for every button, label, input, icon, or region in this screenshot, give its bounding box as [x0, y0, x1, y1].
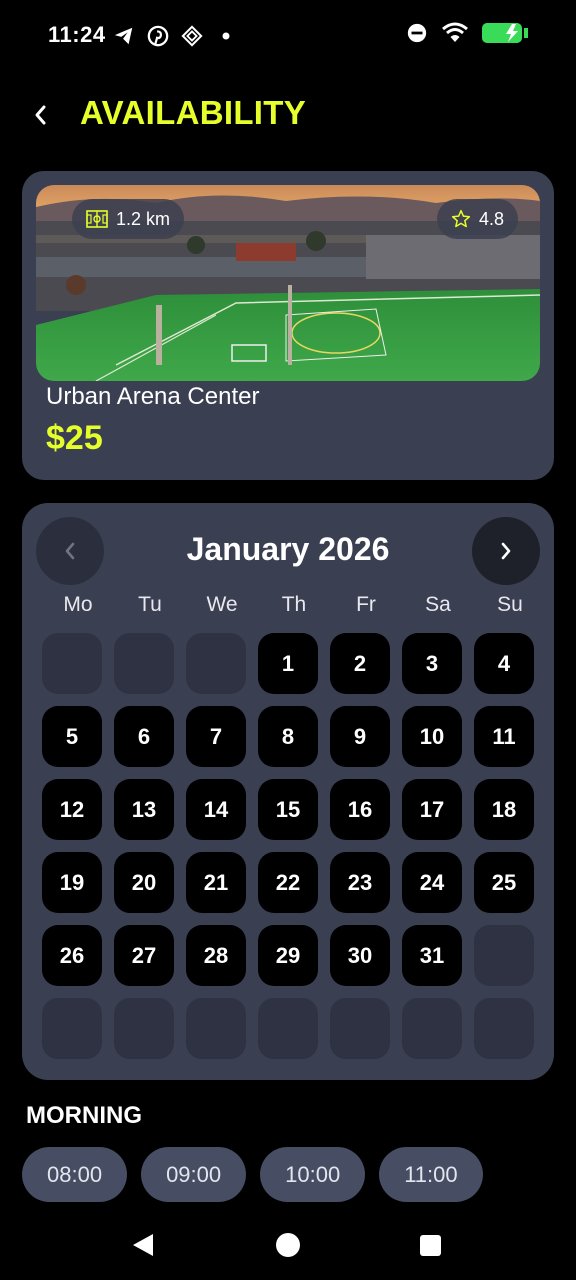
calendar-day-empty: [114, 633, 174, 694]
calendar-day[interactable]: 5: [42, 706, 102, 767]
page-title: AVAILABILITY: [80, 94, 307, 131]
calendar-day[interactable]: 8: [258, 706, 318, 767]
calendar-day[interactable]: 9: [330, 706, 390, 767]
chevron-right-icon: [501, 542, 511, 560]
calendar-day[interactable]: 7: [186, 706, 246, 767]
calendar-day-empty: [474, 925, 534, 986]
calendar-day-empty: [114, 998, 174, 1059]
calendar-day[interactable]: 22: [258, 852, 318, 913]
calendar-day[interactable]: 17: [402, 779, 462, 840]
calendar-day[interactable]: 25: [474, 852, 534, 913]
calendar-day[interactable]: 2: [330, 633, 390, 694]
time-slot[interactable]: 10:00: [260, 1147, 366, 1202]
calendar-day[interactable]: 24: [402, 852, 462, 913]
pinterest-icon: [146, 24, 170, 48]
distance-chip: 1.2 km: [72, 199, 185, 239]
dot-icon: [214, 24, 238, 48]
weekday-label: Fr: [356, 593, 376, 616]
system-recents-icon[interactable]: [420, 1235, 441, 1256]
calendar-day-empty: [186, 998, 246, 1059]
calendar-day[interactable]: 12: [42, 779, 102, 840]
weekday-label: Th: [281, 593, 307, 616]
wifi-icon: [442, 22, 468, 49]
calendar-day[interactable]: 27: [114, 925, 174, 986]
calendar-day[interactable]: 15: [258, 779, 318, 840]
time-slot[interactable]: 08:00: [22, 1147, 128, 1202]
back-button[interactable]: [26, 98, 56, 132]
calendar-day[interactable]: 11: [474, 706, 534, 767]
morning-slots: 08:00 09:00 10:00 11:00: [22, 1147, 483, 1202]
calendar-day[interactable]: 20: [114, 852, 174, 913]
system-icons: [406, 22, 532, 49]
venue-price: $25: [46, 419, 103, 457]
notification-icons: [112, 24, 238, 48]
weekday-label: Mo: [63, 593, 93, 616]
time-slot[interactable]: 11:00: [379, 1147, 483, 1202]
system-back-icon[interactable]: [131, 1232, 155, 1258]
telegram-icon: [112, 24, 136, 48]
calendar-day[interactable]: 18: [474, 779, 534, 840]
venue-name: Urban Arena Center: [46, 383, 260, 410]
weekday-label: Sa: [425, 593, 451, 616]
calendar-day[interactable]: 1: [258, 633, 318, 694]
calendar-day-empty: [474, 998, 534, 1059]
calendar-day[interactable]: 6: [114, 706, 174, 767]
calendar-day[interactable]: 31: [402, 925, 462, 986]
calendar-day-empty: [42, 998, 102, 1059]
calendar-day[interactable]: 3: [402, 633, 462, 694]
app-icon: [180, 24, 204, 48]
star-icon: [451, 209, 471, 228]
rating-label: 4.8: [478, 208, 504, 229]
system-nav-bar: [0, 1210, 576, 1280]
venue-card[interactable]: 1.2 km 4.8 Urban Arena Center $25: [22, 171, 554, 480]
weekday-label: We: [206, 593, 238, 616]
calendar-day[interactable]: 21: [186, 852, 246, 913]
days-grid: 1 2 3 4 5 6 7 8 9 10 11 12 13 14 15 16 17 18 19 20 21 22 23 24 2…: [42, 633, 534, 1059]
system-home-icon[interactable]: [276, 1233, 300, 1257]
calendar-day[interactable]: 23: [330, 852, 390, 913]
field-icon: [86, 210, 108, 228]
time-slot[interactable]: 09:00: [141, 1147, 247, 1202]
calendar-day[interactable]: 13: [114, 779, 174, 840]
calendar-day[interactable]: 4: [474, 633, 534, 694]
calendar-day[interactable]: 10: [402, 706, 462, 767]
morning-section-title: MORNING: [26, 1102, 142, 1129]
chevron-left-icon: [35, 105, 46, 125]
calendar-day[interactable]: 26: [42, 925, 102, 986]
calendar-day[interactable]: 19: [42, 852, 102, 913]
calendar-day[interactable]: 30: [330, 925, 390, 986]
calendar-day-empty: [258, 998, 318, 1059]
status-time: 11:24: [48, 22, 106, 47]
page-header: AVAILABILITY: [0, 90, 576, 140]
calendar-day[interactable]: 29: [258, 925, 318, 986]
calendar-day-empty: [330, 998, 390, 1059]
distance-label: 1.2 km: [116, 208, 171, 229]
weekday-label: Tu: [138, 593, 162, 616]
calendar-day[interactable]: 16: [330, 779, 390, 840]
weekday-header: Mo Tu We Th Fr Sa Su: [42, 593, 534, 617]
battery-charging-icon: [482, 22, 532, 49]
next-month-button[interactable]: [472, 517, 540, 585]
weekday-label: Su: [497, 593, 523, 616]
calendar-day[interactable]: 28: [186, 925, 246, 986]
dnd-icon: [406, 22, 428, 49]
status-bar: 11:24: [0, 0, 576, 72]
calendar-day-empty: [186, 633, 246, 694]
calendar-day-empty: [402, 998, 462, 1059]
rating-chip: 4.8: [436, 199, 518, 239]
calendar-card: January 2026 Mo Tu We Th Fr Sa Su 123456…: [22, 503, 554, 1080]
calendar-day-empty: [42, 633, 102, 694]
calendar-day[interactable]: 14: [186, 779, 246, 840]
